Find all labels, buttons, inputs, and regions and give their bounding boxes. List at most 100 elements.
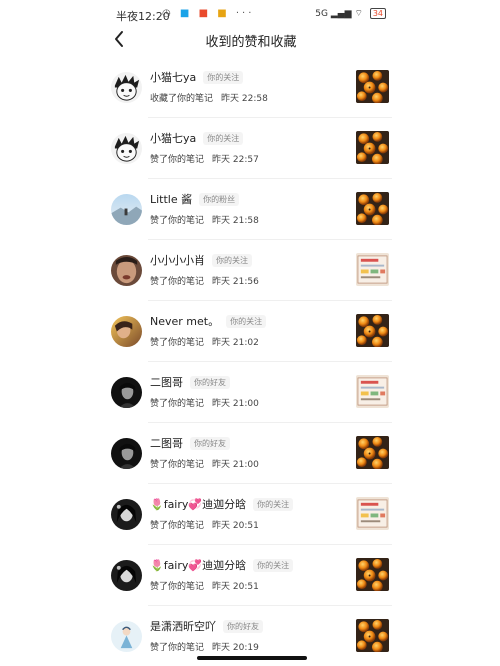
avatar[interactable] <box>111 133 142 164</box>
avatar[interactable] <box>111 621 142 652</box>
notification-row[interactable]: 小猫七ya 你的关注收藏了你的笔记 昨天 22:58 <box>100 57 402 118</box>
note-thumbnail[interactable] <box>356 192 389 225</box>
action-line: 赞了你的笔记 昨天 21:02 <box>150 335 259 348</box>
app-icon: ■ <box>217 8 230 19</box>
user-name-text: 🌷fairy💞迪迦分晗 <box>150 498 247 511</box>
user-name[interactable]: Little 酱你的粉丝 <box>150 191 240 207</box>
action-line: 赞了你的笔记 昨天 21:00 <box>150 457 259 470</box>
network-label: 5G <box>315 9 328 19</box>
action-text: 赞了你的笔记 <box>150 582 205 592</box>
action-time: 昨天 20:51 <box>212 521 259 531</box>
action-time: 昨天 21:56 <box>212 277 259 287</box>
note-thumbnail[interactable] <box>356 619 389 652</box>
user-name-text: 小小小小肖 <box>150 254 205 267</box>
action-line: 赞了你的笔记 昨天 20:51 <box>150 579 259 592</box>
action-text: 赞了你的笔记 <box>150 155 205 165</box>
action-text: 收藏了你的笔记 <box>150 94 214 104</box>
user-name[interactable]: Never met。 你的关注 <box>150 313 267 329</box>
notification-row[interactable]: 小猫七ya 你的关注赞了你的笔记 昨天 22:57 <box>100 118 402 179</box>
notification-row[interactable]: Little 酱你的粉丝赞了你的笔记 昨天 21:58 <box>100 179 402 240</box>
user-name[interactable]: 二图哥 你的好友 <box>150 435 230 451</box>
user-name-text: Little 酱 <box>150 193 193 206</box>
user-name-text: 🌷fairy💞迪迦分晗 <box>150 559 247 572</box>
action-time: 昨天 22:57 <box>212 155 259 165</box>
relation-tag: 你的关注 <box>226 315 267 328</box>
home-indicator <box>197 656 307 660</box>
relation-tag: 你的粉丝 <box>199 193 240 206</box>
notification-row[interactable]: 🌷fairy💞迪迦分晗 你的关注 赞了你的笔记 昨天 20:51 <box>100 484 402 545</box>
note-thumbnail[interactable] <box>356 497 389 530</box>
note-thumbnail[interactable] <box>356 558 389 591</box>
note-thumbnail[interactable] <box>356 253 389 286</box>
user-name[interactable]: 🌷fairy💞迪迦分晗 你的关注 <box>150 557 294 573</box>
user-name-text: 小猫七ya <box>150 132 197 145</box>
action-line: 赞了你的笔记 昨天 22:57 <box>150 152 259 165</box>
notification-icons: ◷ ■ ■ ■ ··· <box>162 8 254 19</box>
avatar[interactable] <box>111 377 142 408</box>
user-name-text: 二图哥 <box>150 376 183 389</box>
action-time: 昨天 20:51 <box>212 582 259 592</box>
avatar[interactable] <box>111 72 142 103</box>
relation-tag: 你的关注 <box>203 71 244 84</box>
action-time: 昨天 21:00 <box>212 399 259 409</box>
clock-icon: ◷ <box>162 8 174 19</box>
note-thumbnail[interactable] <box>356 375 389 408</box>
action-time: 昨天 21:02 <box>212 338 259 348</box>
avatar[interactable] <box>111 499 142 530</box>
page-title: 收到的赞和收藏 <box>205 35 297 50</box>
relation-tag: 你的好友 <box>190 437 230 450</box>
action-text: 赞了你的笔记 <box>150 521 205 531</box>
action-line: 赞了你的笔记 昨天 21:58 <box>150 213 259 226</box>
action-line: 赞了你的笔记 昨天 20:51 <box>150 518 259 531</box>
user-name-text: 二图哥 <box>150 437 183 450</box>
phone-screen: 半夜12:20 ◷ ■ ■ ■ ··· 5G ▂▄▆ ⌔ 34 收到的赞和收藏 … <box>100 0 402 666</box>
relation-tag: 你的好友 <box>190 376 230 389</box>
action-line: 赞了你的笔记 昨天 21:00 <box>150 396 259 409</box>
notification-row[interactable]: Never met。 你的关注 赞了你的笔记 昨天 21:02 <box>100 301 402 362</box>
signal-icon: ▂▄▆ <box>330 9 352 19</box>
app-icon: ■ <box>198 8 212 19</box>
action-text: 赞了你的笔记 <box>150 277 205 287</box>
note-thumbnail[interactable] <box>356 70 389 103</box>
relation-tag: 你的关注 <box>203 132 244 145</box>
wifi-icon: ⌔ <box>354 9 363 19</box>
top-nav: 收到的赞和收藏 <box>100 26 402 54</box>
avatar[interactable] <box>111 560 142 591</box>
action-time: 昨天 21:00 <box>212 460 259 470</box>
user-name[interactable]: 小猫七ya 你的关注 <box>150 69 244 85</box>
avatar[interactable] <box>111 438 142 469</box>
user-name-text: 小猫七ya <box>150 71 197 84</box>
app-icon: ■ <box>179 8 193 19</box>
action-time: 昨天 20:19 <box>212 643 259 653</box>
note-thumbnail[interactable] <box>356 314 389 347</box>
user-name[interactable]: 是潇洒昕空吖 你的好友 <box>150 618 263 634</box>
action-time: 昨天 22:58 <box>221 94 268 104</box>
battery-icon: 34 <box>369 8 386 19</box>
notification-row[interactable]: 小小小小肖 你的关注 赞了你的笔记 昨天 21:56 <box>100 240 402 301</box>
action-text: 赞了你的笔记 <box>150 216 205 226</box>
user-name-text: Never met。 <box>150 315 220 328</box>
note-thumbnail[interactable] <box>356 131 389 164</box>
relation-tag: 你的关注 <box>212 254 252 267</box>
avatar[interactable] <box>111 316 142 347</box>
more-icon: ··· <box>235 8 255 19</box>
notification-row[interactable]: 🌷fairy💞迪迦分晗 你的关注 赞了你的笔记 昨天 20:51 <box>100 545 402 606</box>
avatar[interactable] <box>111 194 142 225</box>
relation-tag: 你的关注 <box>253 559 294 572</box>
action-text: 赞了你的笔记 <box>150 399 205 409</box>
action-line: 赞了你的笔记 昨天 20:19 <box>150 640 259 653</box>
relation-tag: 你的关注 <box>253 498 294 511</box>
notification-row[interactable]: 二图哥 你的好友赞了你的笔记 昨天 21:00 <box>100 423 402 484</box>
user-name[interactable]: 二图哥 你的好友 <box>150 374 230 390</box>
note-thumbnail[interactable] <box>356 436 389 469</box>
user-name[interactable]: 小小小小肖 你的关注 <box>150 252 252 268</box>
status-right: 5G ▂▄▆ ⌔ 34 <box>315 8 386 19</box>
avatar[interactable] <box>111 255 142 286</box>
action-text: 赞了你的笔记 <box>150 460 205 470</box>
user-name[interactable]: 🌷fairy💞迪迦分晗 你的关注 <box>150 496 294 512</box>
action-line: 收藏了你的笔记 昨天 22:58 <box>150 91 268 104</box>
status-bar: 半夜12:20 ◷ ■ ■ ■ ··· 5G ▂▄▆ ⌔ 34 <box>100 0 402 26</box>
notification-row[interactable]: 二图哥 你的好友赞了你的笔记 昨天 21:00 <box>100 362 402 423</box>
user-name[interactable]: 小猫七ya 你的关注 <box>150 130 244 146</box>
action-time: 昨天 21:58 <box>212 216 259 226</box>
